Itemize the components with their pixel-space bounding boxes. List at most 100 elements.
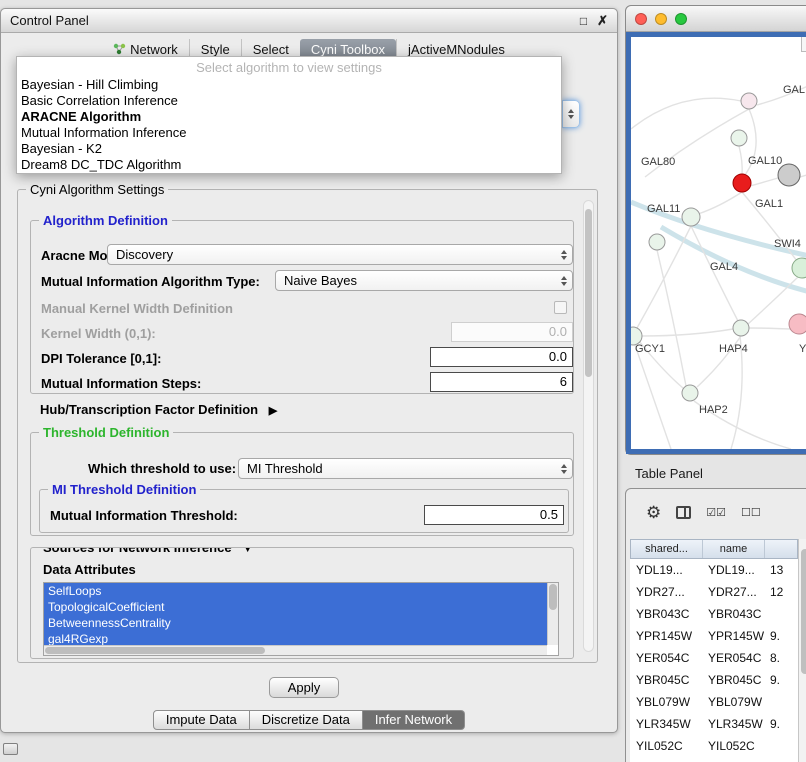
network-window-titlebar (626, 6, 806, 32)
mi-steps-label: Mutual Information Steps: (41, 376, 201, 391)
scrollbar-thumb[interactable] (549, 584, 557, 610)
table-cell: 12 (764, 585, 798, 599)
table-scrollbar[interactable] (798, 539, 806, 762)
collapse-down-icon: ▼ (242, 547, 253, 555)
list-horizontal-scrollbar[interactable] (44, 645, 547, 655)
dropdown-item[interactable]: ARACNE Algorithm (17, 109, 561, 125)
table-row[interactable]: YLR345WYLR345W9. (630, 713, 798, 735)
network-node[interactable] (733, 320, 749, 336)
bottom-tab-impute-data[interactable]: Impute Data (153, 710, 250, 730)
table-toolbar: ⚙ ☑☑ ☐☐ (626, 489, 806, 535)
attribute-item[interactable]: TopologicalCoefficient (44, 599, 547, 615)
which-threshold-value: MI Threshold (239, 461, 556, 476)
table-row[interactable]: YDL19...YDL19...13 (630, 559, 798, 581)
column-view-icon[interactable] (676, 506, 691, 519)
sources-title[interactable]: Sources for Network Inference ▼ (39, 547, 257, 557)
deselect-all-columns-icon[interactable]: ☐☐ (741, 506, 761, 519)
mi-threshold-label: Mutual Information Threshold: (50, 508, 238, 523)
apply-button[interactable]: Apply (269, 677, 339, 698)
table-cell: YPR145W (630, 629, 702, 643)
which-threshold-select[interactable]: MI Threshold (238, 458, 573, 479)
mi-type-select[interactable]: Naive Bayes (275, 270, 573, 291)
control-panel-window: Control Panel □ ✗ NetworkStyleSelectCyni… (0, 8, 618, 733)
kernel-width-field: 0.0 (451, 322, 573, 342)
mi-threshold-field[interactable]: 0.5 (424, 505, 564, 525)
dropdown-item[interactable]: Bayesian - Hill Climbing (17, 77, 561, 93)
column-header[interactable]: name (703, 540, 765, 558)
close-traffic-light[interactable] (635, 13, 647, 25)
table-row[interactable]: YBR045CYBR045C9. (630, 669, 798, 691)
table-row[interactable]: YIL052CYIL052C (630, 735, 798, 757)
manual-kernel-label: Manual Kernel Width Definition (41, 301, 233, 316)
table-row[interactable]: YDR27...YDR27...12 (630, 581, 798, 603)
float-window-icon[interactable]: □ (580, 14, 587, 28)
network-node[interactable] (789, 314, 806, 334)
table-row[interactable]: YPR145WYPR145W9. (630, 625, 798, 647)
data-attributes-list[interactable]: SelfLoopsTopologicalCoefficientBetweenne… (43, 582, 559, 656)
table-row[interactable]: YBL079WYBL079W (630, 691, 798, 713)
dropdown-item[interactable]: Dream8 DC_TDC Algorithm (17, 157, 561, 173)
settings-scrollbar[interactable] (583, 200, 594, 652)
network-edge (739, 146, 742, 175)
bottom-tab-discretize-data[interactable]: Discretize Data (250, 710, 363, 730)
table-cell: YLR345W (702, 717, 764, 731)
control-panel-titlebar: Control Panel □ ✗ (1, 9, 617, 33)
manual-kernel-checkbox (554, 301, 567, 314)
attribute-item[interactable]: SelfLoops (44, 583, 547, 599)
threshold-definition-group: Threshold Definition Which threshold to … (30, 432, 574, 536)
node-label: HAP4 (719, 343, 748, 355)
dropdown-item[interactable]: Bayesian - K2 (17, 141, 561, 157)
network-node[interactable] (733, 174, 751, 192)
network-node[interactable] (778, 164, 800, 186)
network-edge (631, 98, 741, 129)
network-tab-icon (113, 43, 126, 55)
scrollbar-thumb[interactable] (585, 209, 592, 377)
collapsed-panel-icon[interactable] (3, 743, 18, 755)
table-cell: YDR27... (630, 585, 702, 599)
gear-icon[interactable]: ⚙ (646, 504, 661, 521)
table-panel-window: ⚙ ☑☑ ☐☐ shared...name YDL19...YDL19...13… (625, 488, 806, 762)
table-row[interactable]: YER054CYER054C8. (630, 647, 798, 669)
node-label: GAL80 (641, 156, 675, 168)
tab-label: Style (201, 42, 230, 57)
close-window-icon[interactable]: ✗ (597, 13, 608, 29)
tab-label: jActiveMNodules (408, 42, 505, 57)
minimize-traffic-light[interactable] (655, 13, 667, 25)
network-canvas[interactable]: GALGAL80GAL10GAL11GAL1SWI4GAL4GCY1HAP4YH… (626, 32, 806, 454)
aracne-mode-select[interactable]: Discovery (107, 244, 573, 265)
algorithm-combo-stepper[interactable] (562, 100, 580, 128)
hub-definition-toggle[interactable]: Hub/Transcription Factor Definition ▶ (40, 402, 277, 417)
network-node[interactable] (682, 208, 700, 226)
dropdown-item[interactable]: Basic Correlation Inference (17, 93, 561, 109)
network-node[interactable] (649, 234, 665, 250)
algorithm-dropdown: Select algorithm to view settingsBayesia… (16, 56, 562, 174)
dpi-tolerance-field[interactable]: 0.0 (430, 347, 573, 367)
scrollbar-thumb[interactable] (801, 549, 806, 674)
network-edge (748, 277, 798, 324)
attribute-item[interactable]: BetweennessCentrality (44, 615, 547, 631)
select-all-columns-icon[interactable]: ☑☑ (706, 506, 726, 519)
desktop: Control Panel □ ✗ NetworkStyleSelectCyni… (0, 0, 806, 762)
scrollbar-thumb[interactable] (45, 647, 265, 654)
node-label: GAL (783, 84, 805, 96)
mi-steps-field[interactable]: 6 (430, 372, 573, 392)
bottom-tab-infer-network[interactable]: Infer Network (363, 710, 465, 730)
dropdown-item[interactable]: Mutual Information Inference (17, 125, 561, 141)
table-row[interactable]: YBR043CYBR043C (630, 603, 798, 625)
network-node[interactable] (741, 93, 757, 109)
network-node[interactable] (682, 385, 698, 401)
column-header[interactable]: shared... (631, 540, 703, 558)
list-vertical-scrollbar[interactable] (547, 583, 558, 645)
node-label: GAL4 (710, 261, 738, 273)
table-cell: YIL052C (630, 739, 702, 753)
table-cell: 9. (764, 673, 798, 687)
table-cell: YLR345W (630, 717, 702, 731)
column-header[interactable] (765, 540, 797, 558)
network-node[interactable] (792, 258, 806, 278)
network-node[interactable] (731, 130, 747, 146)
zoom-traffic-light[interactable] (675, 13, 687, 25)
table-cell: 9. (764, 629, 798, 643)
table-cell: YIL052C (702, 739, 764, 753)
table-cell: YBR045C (630, 673, 702, 687)
dpi-tolerance-label: DPI Tolerance [0,1]: (41, 351, 161, 366)
